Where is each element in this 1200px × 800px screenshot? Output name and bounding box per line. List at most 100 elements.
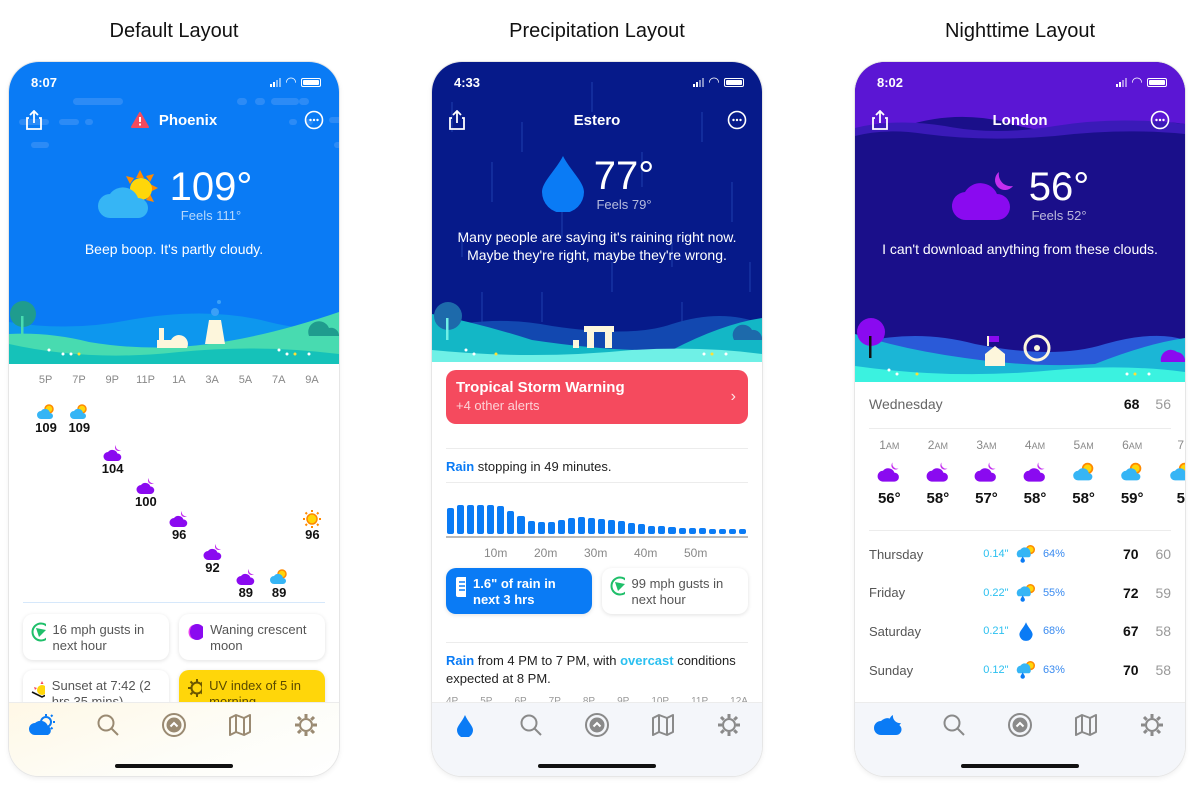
precip-bar [708, 528, 716, 534]
tab-forecast[interactable] [22, 711, 62, 739]
city-name[interactable]: London [993, 112, 1048, 129]
hourly-temp-point: 96 [162, 509, 196, 542]
chevron-up-circle-icon [585, 713, 609, 737]
hour-label: 3AM [976, 438, 997, 452]
hour-label: 5P [38, 374, 53, 386]
city-header[interactable]: Phoenix [130, 112, 217, 129]
tab-search[interactable] [934, 711, 974, 739]
tab-map[interactable] [220, 711, 260, 739]
hero-nighttime: 8:02 ◠ London 56° Feels 52° I can't down… [855, 62, 1185, 382]
precip-bar [577, 517, 585, 534]
minute-label: 10m [484, 546, 508, 560]
raindrop-tab-icon [457, 715, 473, 737]
rain-total-card[interactable]: 1.6" of rain in next 3 hrs [446, 568, 592, 614]
wind-gust-card[interactable]: 99 mph gusts in next hour [602, 568, 748, 614]
partly-cloudy-day-icon [29, 402, 63, 420]
more-options-icon[interactable] [726, 109, 748, 131]
hour-column: 75 [1156, 438, 1185, 507]
tab-radar-toggle[interactable] [577, 711, 617, 739]
precip-amount: 0.21" [983, 625, 1009, 638]
wifi-icon: ◠ [1132, 74, 1142, 89]
today-day: Wednesday [869, 396, 943, 412]
hourly-temp-point: 109 [62, 402, 96, 435]
current-temp: 109° [169, 165, 253, 209]
signal-icon [270, 77, 281, 87]
cloudy-night-icon [129, 476, 163, 495]
more-options-icon[interactable] [303, 109, 325, 131]
search-icon [97, 714, 119, 736]
sunset-icon [31, 681, 45, 698]
signal-icon [1116, 77, 1127, 87]
hour-label: 5A [238, 374, 253, 386]
landscape-illustration [432, 302, 762, 362]
feels-like: Feels 111° [180, 208, 242, 223]
today-low: 56 [1155, 396, 1171, 412]
daily-forecast-row[interactable]: Friday 0.22" 55% 72 59 [869, 583, 1171, 603]
cloudy-night-icon [196, 542, 230, 561]
weather-summary: Many people are saying it's raining righ… [457, 229, 737, 263]
hourly-forecast-strip[interactable]: 1AM 56° 2AM 58° 3AM 57° 4AM 58° 5AM 58° 6AM 59° 7 5 [865, 438, 1185, 507]
share-icon[interactable] [446, 109, 468, 131]
feels-like: Feels 79° [596, 196, 652, 212]
nav-bar: London [869, 106, 1171, 134]
precip-bar [567, 518, 575, 534]
moon-phase-card[interactable]: Waning crescent moon [179, 614, 325, 660]
uv-sun-icon [188, 679, 203, 697]
tab-forecast[interactable] [868, 711, 908, 739]
warning-icon[interactable] [130, 112, 149, 128]
current-conditions: 56° Feels 52° [855, 166, 1185, 223]
feels-like: Feels 52° [1031, 208, 1087, 223]
tab-map[interactable] [1066, 711, 1106, 739]
more-options-icon[interactable] [1149, 109, 1171, 131]
daily-forecast-row[interactable]: Sunday 0.12" 63% 70 58 [869, 660, 1171, 680]
current-temp: 56° [1028, 165, 1090, 209]
weather-summary: Beep boop. It's partly cloudy. [84, 241, 264, 257]
daily-forecast-row[interactable]: Thursday 0.14" 64% 70 60 [869, 544, 1171, 564]
title-nighttime-layout: Nighttime Layout [944, 20, 1096, 42]
hour-column: 4AM 58° [1011, 438, 1060, 507]
hour-label: 11P [136, 374, 155, 386]
precip-chance: 63% [1042, 664, 1065, 677]
tab-settings[interactable] [286, 711, 326, 739]
share-icon[interactable] [869, 109, 891, 131]
tab-settings[interactable] [1132, 711, 1172, 739]
tab-search[interactable] [88, 711, 128, 739]
alert-banner[interactable]: Tropical Storm Warning +4 other alerts › [446, 370, 748, 424]
partly-cloudy-day-icon [62, 402, 96, 420]
city-name[interactable]: Estero [574, 112, 621, 129]
precip-bar [527, 521, 535, 534]
day-name: Friday [869, 585, 906, 601]
hourly-forecast-text: Rain from 4 PM to 7 PM, with overcast co… [446, 652, 748, 688]
tab-radar-toggle[interactable] [1000, 711, 1040, 739]
search-icon [943, 714, 965, 736]
gear-icon [718, 714, 740, 736]
hourly-temp: 96 [305, 527, 320, 543]
daily-forecast-row[interactable]: Saturday 0.21" 68% 67 58 [869, 621, 1171, 642]
rain-sun-icon [1009, 582, 1043, 604]
day-name: Sunday [869, 662, 914, 678]
tab-settings[interactable] [709, 711, 749, 739]
hour-temp: 58° [926, 490, 950, 507]
current-conditions: 77° Feels 79° [432, 154, 762, 212]
day-low: 58 [1155, 662, 1172, 679]
wind-gust-card[interactable]: 16 mph gusts in next hour [23, 614, 169, 660]
status-bar: 8:07 ◠ [31, 74, 321, 90]
day-name: Saturday [869, 623, 922, 639]
map-icon [1075, 714, 1097, 736]
day-name: Thursday [869, 546, 924, 562]
tab-search[interactable] [511, 711, 551, 739]
hour-label: 9A [305, 374, 319, 386]
today-row[interactable]: Wednesday 68 56 [869, 396, 1171, 412]
hourly-temp-point: 100 [129, 476, 163, 509]
precip-bar [698, 528, 706, 534]
hour-label: 9P [105, 374, 119, 386]
status-bar: 8:02 ◠ [877, 74, 1167, 90]
tab-map[interactable] [643, 711, 683, 739]
share-icon[interactable] [23, 109, 45, 131]
hero-precipitation: 4:33 ◠ Estero 77° Feels 79° Many people … [432, 62, 762, 362]
tab-forecast[interactable] [445, 711, 485, 739]
cloudy-night-icon [162, 509, 196, 528]
home-indicator [115, 764, 233, 768]
tab-radar-toggle[interactable] [154, 711, 194, 739]
precip-bar [658, 526, 666, 534]
